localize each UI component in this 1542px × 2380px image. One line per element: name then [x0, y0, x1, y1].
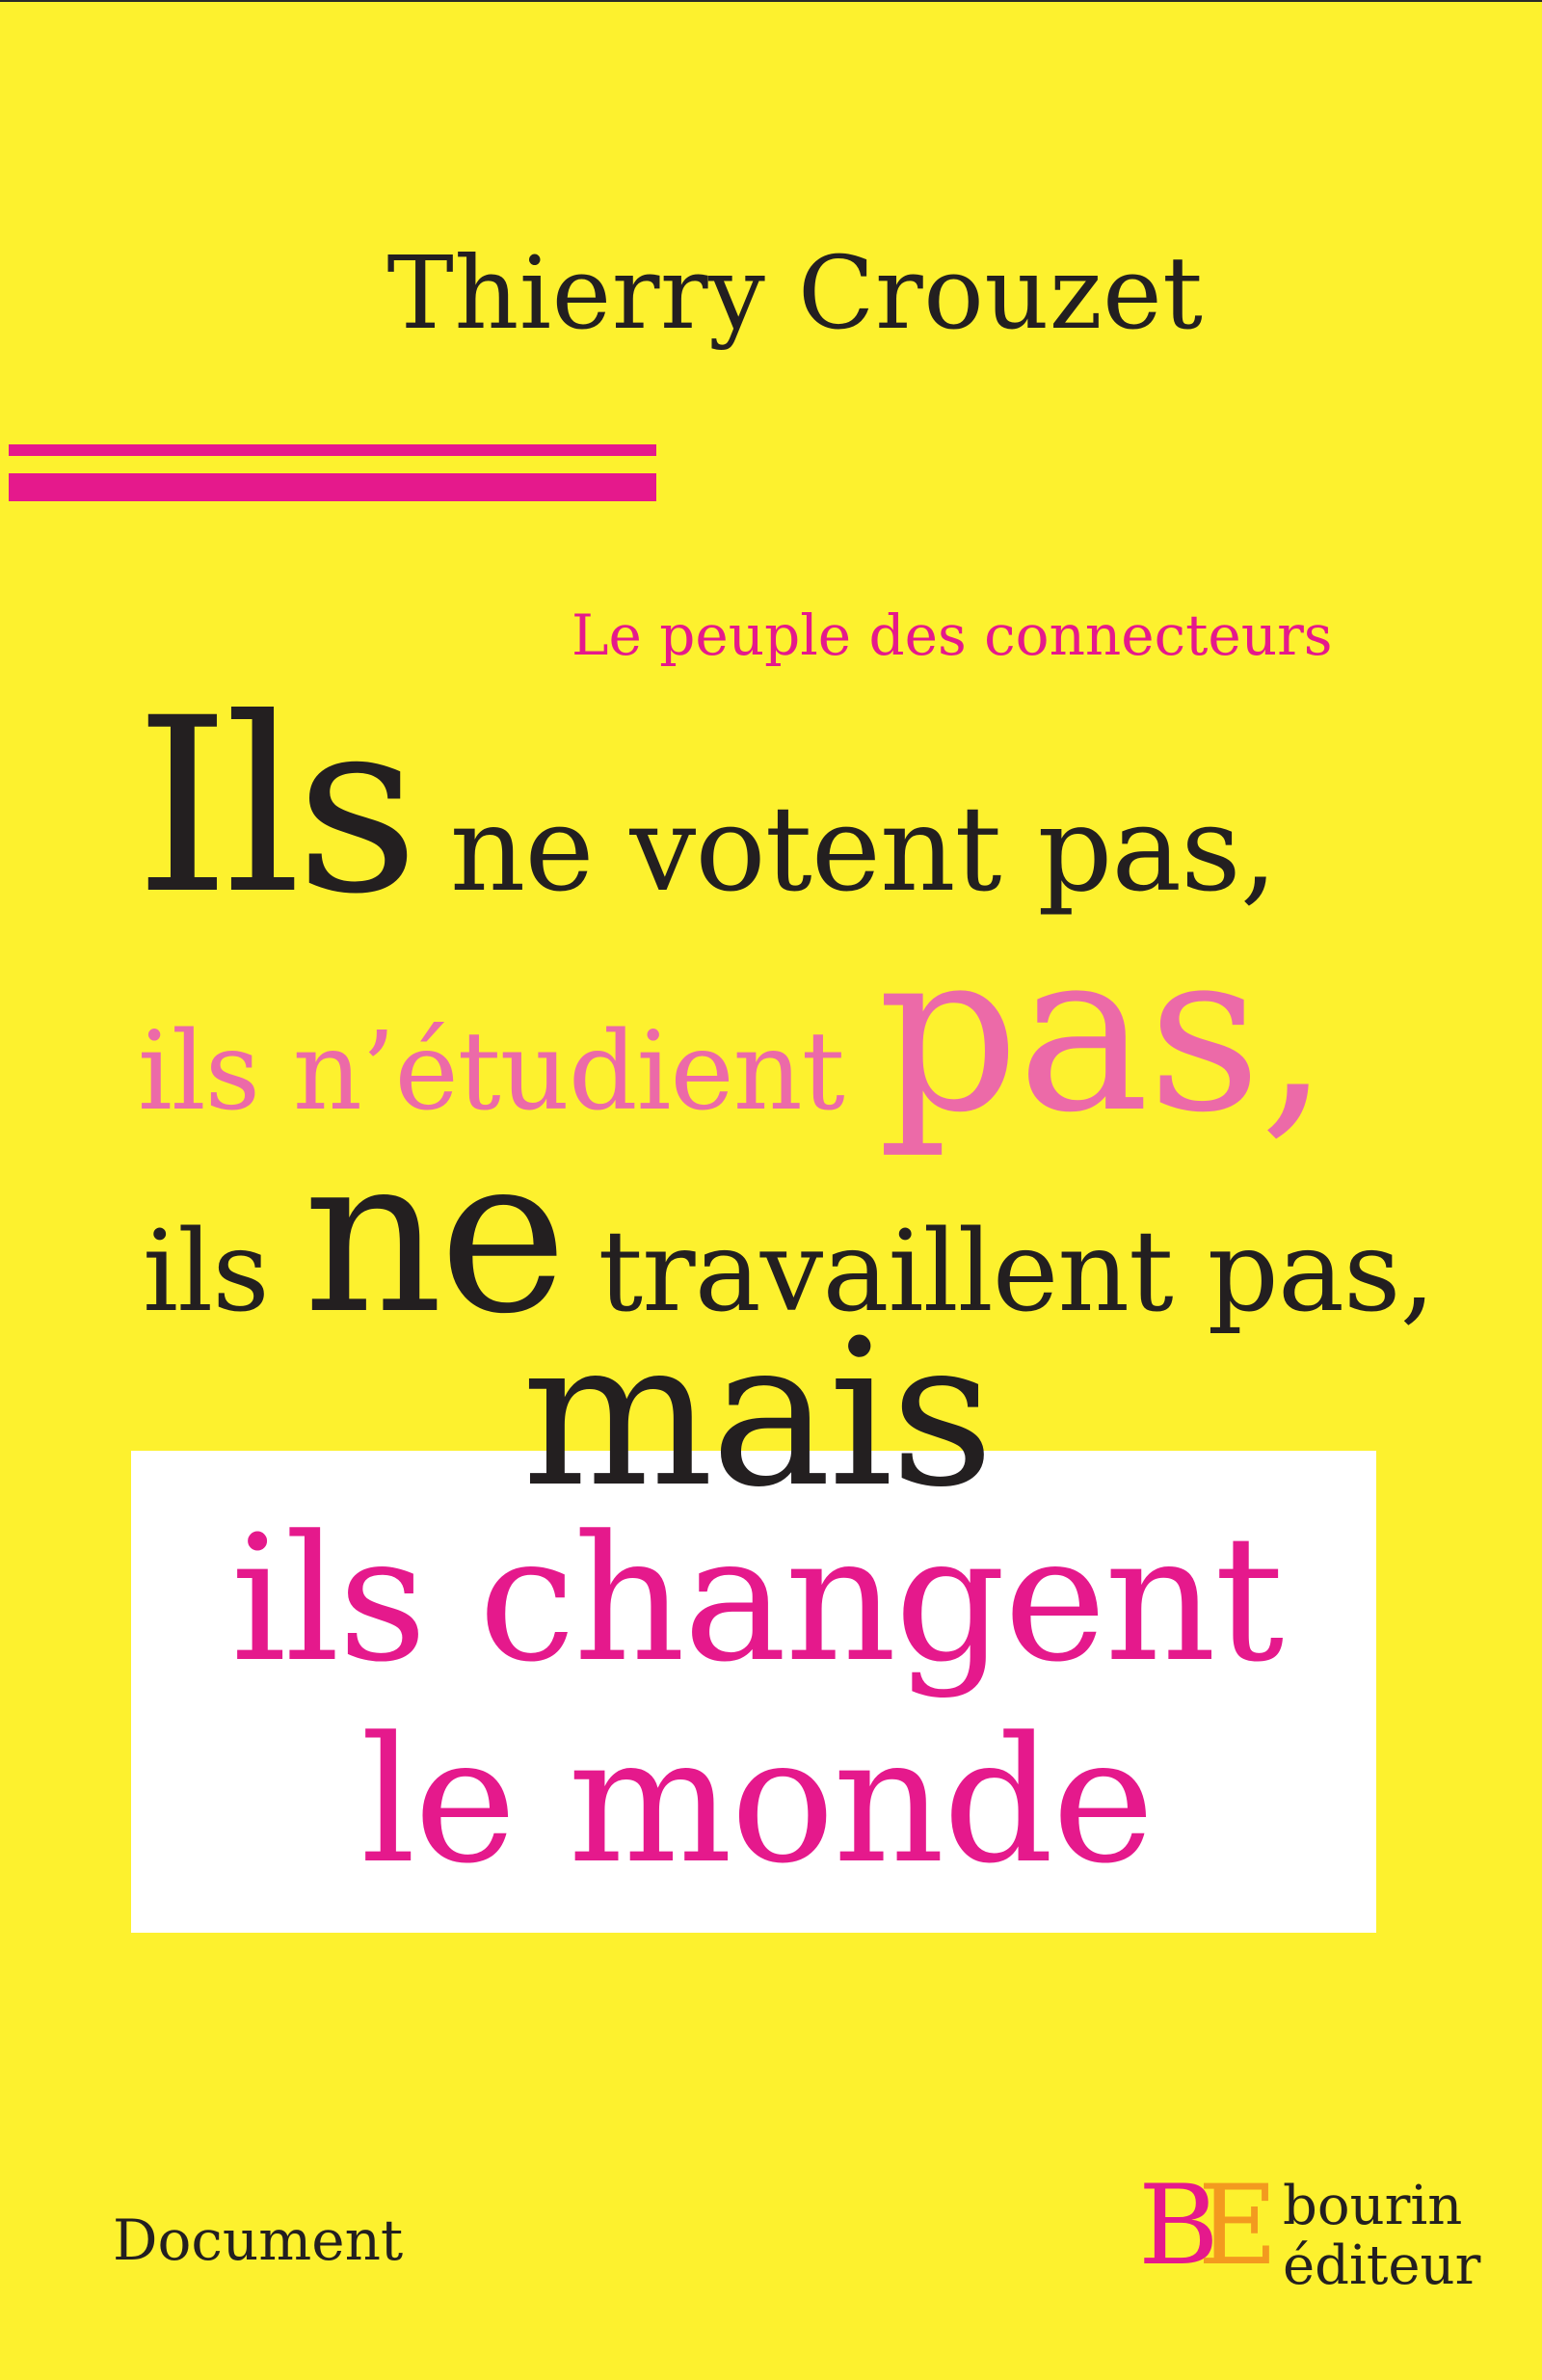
title-word-mais: mais — [521, 1296, 994, 1532]
publisher-name-line-2: éditeur — [1283, 2234, 1481, 2297]
publisher-name-line-1: bourin — [1283, 2175, 1463, 2237]
monogram-e: E — [1197, 2161, 1278, 2289]
title-line-1-rest: ne votent pas, — [413, 781, 1278, 918]
title-word-pas: pas — [877, 904, 1261, 1162]
author-name: Thierry Crouzet — [386, 234, 1204, 352]
publisher-logo: BE bourin éditeur — [1138, 2169, 1480, 2304]
monogram-b: B — [1138, 2161, 1219, 2289]
publisher-monogram: BE — [1138, 2171, 1278, 2281]
publisher-name: bourin éditeur — [1283, 2177, 1480, 2296]
title-line-2-comma: , — [1259, 904, 1330, 1162]
decorative-band-thick — [9, 473, 656, 501]
title-word-ils: Ils — [135, 666, 419, 947]
series-title: Le peuple des connecteurs — [572, 602, 1333, 668]
book-cover: Thierry Crouzet Le peuple des connecteur… — [0, 0, 1542, 2380]
title-line-1: Ils ne votent pas, — [135, 686, 1278, 927]
title-line-6: le monde — [359, 1700, 1155, 1902]
genre-label: Document — [113, 2207, 404, 2273]
title-line-5: ils changent — [230, 1499, 1285, 1700]
decorative-band-thin — [9, 444, 656, 456]
